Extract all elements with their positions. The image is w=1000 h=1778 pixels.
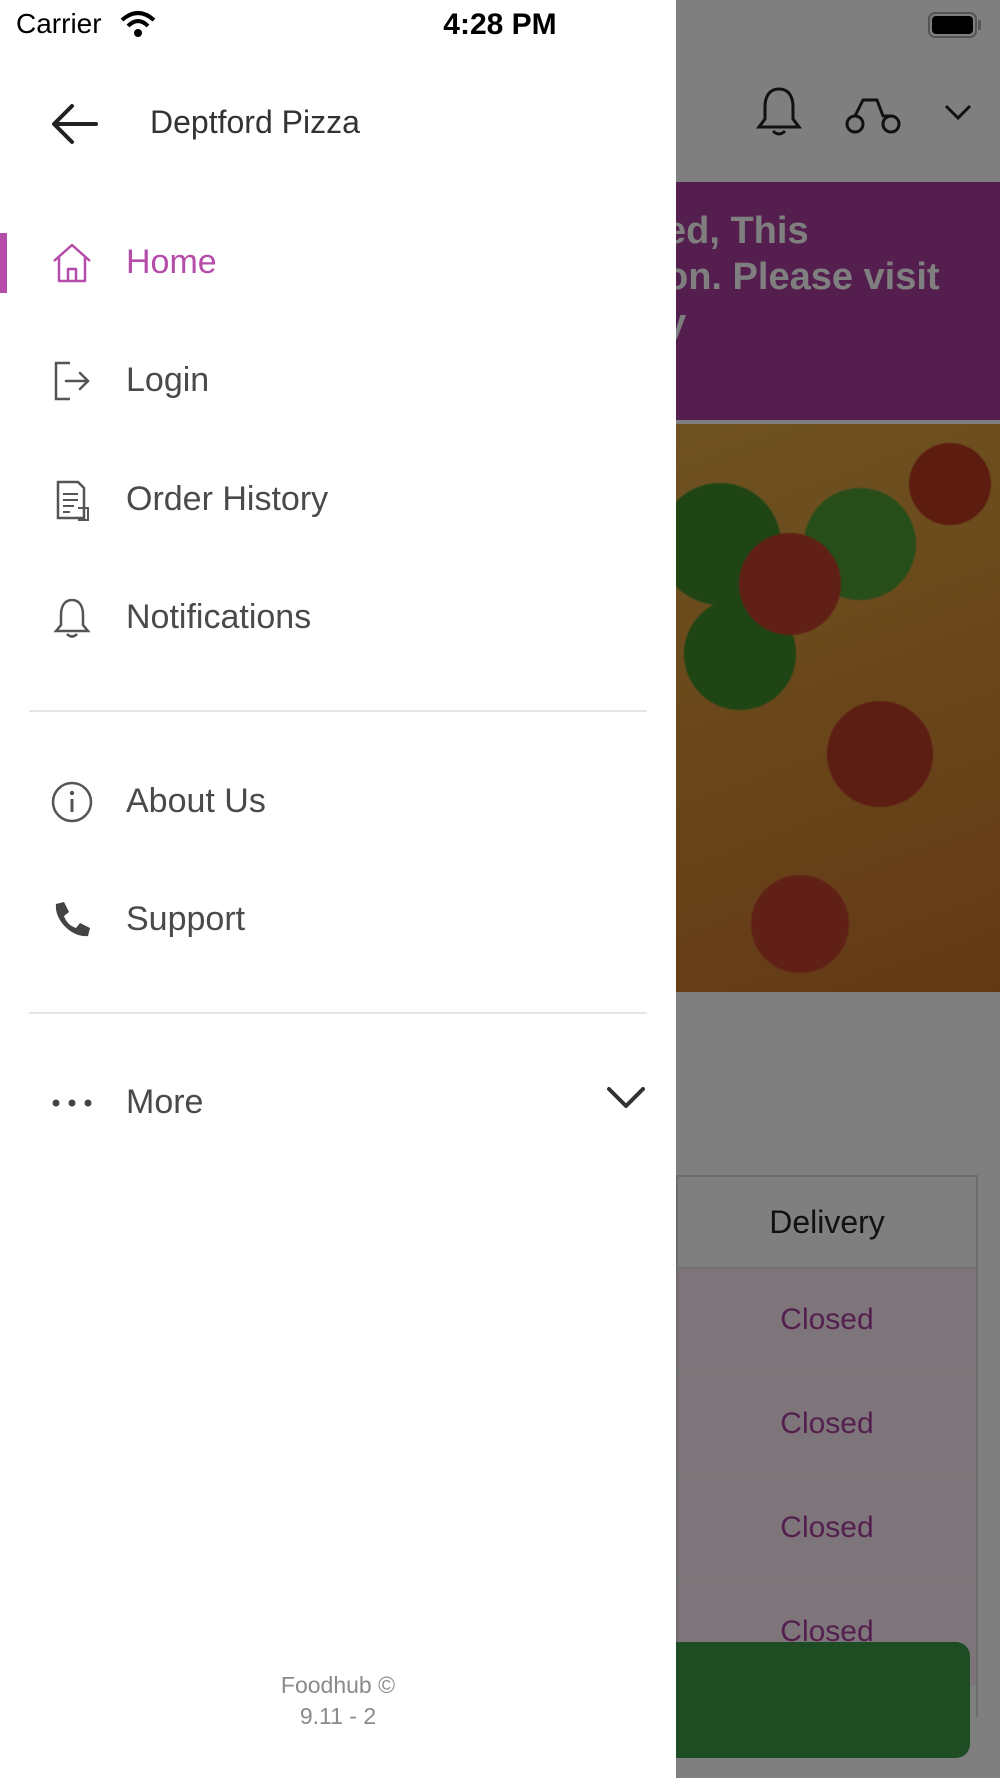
- menu-divider: [29, 1012, 647, 1014]
- menu-item-support[interactable]: Support: [0, 870, 676, 970]
- navigation-drawer: Deptford Pizza Home Login Order History …: [0, 0, 676, 1778]
- active-indicator: [0, 233, 7, 293]
- login-icon: [54, 361, 90, 401]
- menu-item-more[interactable]: More: [0, 1053, 676, 1153]
- drawer-title: Deptford Pizza: [150, 104, 360, 140]
- menu-item-order-history[interactable]: Order History: [0, 450, 676, 550]
- menu-item-notifications[interactable]: Notifications: [0, 568, 676, 668]
- footer-brand: Foodhub ©: [280, 1672, 396, 1698]
- menu-label-order-history: Order History: [126, 480, 329, 518]
- bell-icon: [53, 598, 91, 638]
- menu-label-notifications: Notifications: [126, 598, 312, 636]
- phone-icon: [55, 902, 90, 937]
- menu-label-more: More: [126, 1083, 204, 1121]
- menu-item-home[interactable]: Home: [0, 213, 676, 313]
- clock: 4:28 PM: [443, 8, 557, 41]
- footer-version: 9.11 - 2: [299, 1703, 377, 1729]
- back-arrow-icon[interactable]: [50, 102, 100, 146]
- menu-item-about-us[interactable]: About Us: [0, 752, 676, 852]
- menu-label-home: Home: [126, 243, 217, 281]
- app-footer: Foodhub © 9.11 - 2: [0, 1670, 676, 1732]
- chevron-down-icon[interactable]: [606, 1085, 646, 1111]
- info-icon: [51, 781, 93, 823]
- menu-divider: [29, 710, 647, 712]
- menu-item-login[interactable]: Login: [0, 331, 676, 431]
- drawer-header: Deptford Pizza: [0, 88, 676, 160]
- more-dots-icon: [52, 1099, 92, 1107]
- menu-label-about-us: About Us: [126, 782, 266, 820]
- order-history-icon: [56, 480, 89, 521]
- menu-label-support: Support: [126, 900, 246, 938]
- menu-label-login: Login: [126, 361, 210, 399]
- status-bar: Carrier 4:28 PM: [0, 0, 1000, 50]
- battery-icon: [928, 12, 981, 38]
- home-icon: [53, 243, 91, 283]
